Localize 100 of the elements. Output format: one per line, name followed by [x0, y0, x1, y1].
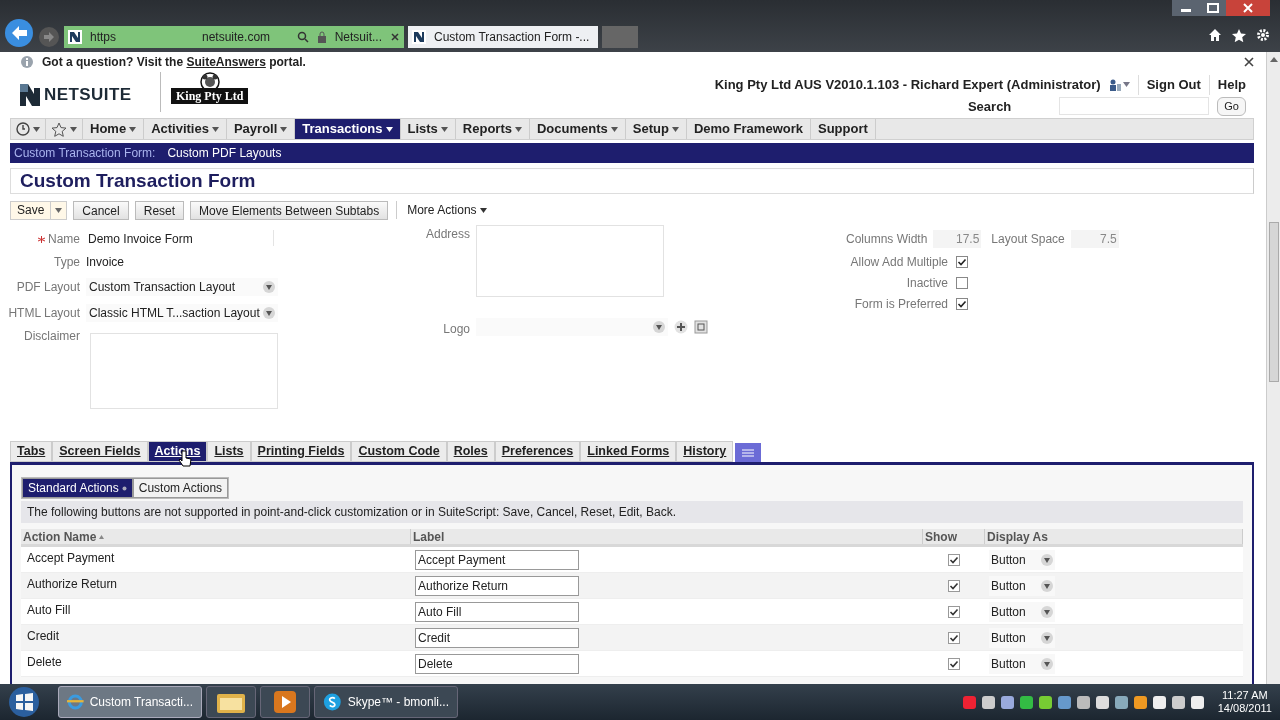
tray-icon[interactable]: [1019, 695, 1033, 709]
label-field[interactable]: Credit: [415, 627, 579, 648]
suiteanswers-link[interactable]: SuiteAnswers: [186, 55, 266, 69]
label-field[interactable]: Delete: [415, 653, 579, 674]
star-icon[interactable]: [1232, 28, 1246, 42]
tray-icon[interactable]: [1133, 695, 1147, 709]
scrollbar-thumb[interactable]: [1268, 222, 1279, 382]
add-icon[interactable]: [674, 320, 688, 334]
menu-item[interactable]: Transactions: [295, 119, 401, 139]
forward-button-icon[interactable]: [38, 26, 60, 48]
table-cell-text: Delete: [26, 654, 63, 671]
menu-item[interactable]: Reports: [455, 119, 530, 139]
taskbar-button[interactable]: [206, 686, 256, 718]
subtab[interactable]: Preferences: [494, 441, 581, 462]
close-icon[interactable]: [1244, 57, 1254, 67]
subtab[interactable]: Linked Forms: [580, 441, 677, 462]
subtab[interactable]: Custom Code: [351, 441, 447, 462]
menu-item[interactable]: Documents: [529, 119, 626, 139]
inner-tab[interactable]: Standard Actions: [22, 478, 133, 498]
checkbox[interactable]: [956, 298, 968, 310]
save-button[interactable]: Save: [10, 200, 68, 220]
address-bar[interactable]: https netsuite.com Netsuit...: [64, 26, 404, 48]
browser-tab[interactable]: Custom Transaction Form -...: [408, 26, 598, 48]
scrollbar[interactable]: [1266, 52, 1280, 684]
checkbox[interactable]: [956, 277, 968, 289]
tray-icon[interactable]: [981, 695, 995, 709]
menu-item[interactable]: Demo Framework: [686, 119, 811, 139]
taskbar-button[interactable]: [260, 686, 310, 718]
display-dropdown[interactable]: Button: [989, 653, 1055, 674]
tray-icon[interactable]: [1171, 695, 1185, 709]
search-field[interactable]: [1059, 97, 1210, 116]
tray-icon[interactable]: [1038, 695, 1052, 709]
column-header[interactable]: Show: [923, 529, 985, 544]
menu-item[interactable]: Lists: [400, 119, 456, 139]
toolbar-button[interactable]: Move Elements Between Subtabs: [190, 200, 389, 220]
menu-item[interactable]: Activities: [144, 119, 227, 139]
dropdown-arrow-icon[interactable]: [55, 206, 63, 214]
checkbox[interactable]: [948, 553, 960, 566]
checkbox[interactable]: [956, 256, 968, 268]
dropdown-field[interactable]: Classic HTML T...saction Layout: [86, 304, 278, 322]
display-dropdown[interactable]: Button: [989, 627, 1055, 648]
name-field[interactable]: Demo Invoice Form: [86, 230, 274, 246]
display-dropdown[interactable]: Button: [989, 601, 1055, 622]
subtab-menu-button[interactable]: [735, 443, 762, 462]
home-icon[interactable]: [1208, 28, 1222, 42]
tray-icon[interactable]: [1095, 695, 1109, 709]
tray-icon[interactable]: [1152, 695, 1166, 709]
checkbox[interactable]: [948, 579, 960, 592]
menu-item[interactable]: Home: [83, 119, 145, 139]
tray-icon[interactable]: [1114, 695, 1128, 709]
lock-icon: [316, 31, 327, 43]
checkbox[interactable]: [948, 631, 960, 644]
logo-dropdown-field[interactable]: [476, 318, 668, 336]
subtab[interactable]: Tabs: [10, 441, 53, 462]
stop-icon[interactable]: [390, 32, 400, 42]
scroll-up-icon[interactable]: [1269, 57, 1278, 62]
close-icon[interactable]: [1226, 0, 1270, 16]
label-field[interactable]: Auto Fill: [415, 601, 579, 622]
column-header[interactable]: Label: [411, 529, 923, 544]
clock-time: 11:27 AM: [1222, 689, 1268, 702]
role-menu[interactable]: [1108, 78, 1130, 91]
tray-icon[interactable]: [1190, 695, 1204, 709]
subtab[interactable]: History: [676, 441, 734, 462]
display-dropdown[interactable]: Button: [989, 575, 1055, 596]
minimize-button-icon[interactable]: [1172, 0, 1200, 16]
checkbox[interactable]: [948, 605, 960, 618]
label-field[interactable]: Accept Payment: [415, 549, 579, 570]
maximize-button-icon[interactable]: [1200, 0, 1226, 16]
subtab[interactable]: Roles: [446, 441, 495, 462]
subtab[interactable]: Printing Fields: [250, 441, 352, 462]
header-link[interactable]: Help: [1208, 75, 1246, 95]
taskbar-button[interactable]: Skype™ - bmonli...: [314, 686, 458, 718]
subtab[interactable]: Lists: [207, 441, 251, 462]
header-link[interactable]: Sign Out: [1137, 75, 1201, 95]
toolbar-button[interactable]: Reset: [134, 200, 185, 220]
dropdown-field[interactable]: Custom Transaction Layout: [86, 278, 278, 296]
menu-item[interactable]: Support: [811, 119, 876, 139]
label-field[interactable]: Authorize Return: [415, 575, 579, 596]
go-button[interactable]: Go: [1217, 97, 1246, 116]
inner-tab[interactable]: Custom Actions: [132, 478, 229, 498]
toolbar-button[interactable]: Cancel: [73, 200, 129, 220]
search-icon[interactable]: [296, 31, 309, 43]
checkbox[interactable]: [948, 657, 960, 670]
subtab[interactable]: Screen Fields: [52, 441, 148, 462]
disclaimer-field[interactable]: [90, 333, 278, 409]
breadcrumb-link[interactable]: Custom Transaction Form:: [14, 144, 156, 162]
breadcrumb-link[interactable]: Custom PDF Layouts: [167, 144, 282, 162]
checkbox-label: Inactive: [906, 275, 948, 292]
more-actions-menu[interactable]: More Actions: [396, 201, 487, 219]
settings-icon[interactable]: [1256, 28, 1270, 42]
back-button-icon[interactable]: [4, 18, 34, 48]
address-field[interactable]: [476, 225, 664, 297]
tray-icon[interactable]: [1000, 695, 1014, 709]
tray-icon[interactable]: [1076, 695, 1090, 709]
dot-icon: [121, 485, 127, 491]
column-header[interactable]: Display As: [985, 529, 1243, 544]
menu-item[interactable]: Setup: [625, 119, 687, 139]
taskbar-button[interactable]: Custom Transacti...: [58, 686, 202, 718]
column-header[interactable]: Action Name: [21, 529, 411, 544]
display-dropdown[interactable]: Button: [989, 549, 1055, 570]
